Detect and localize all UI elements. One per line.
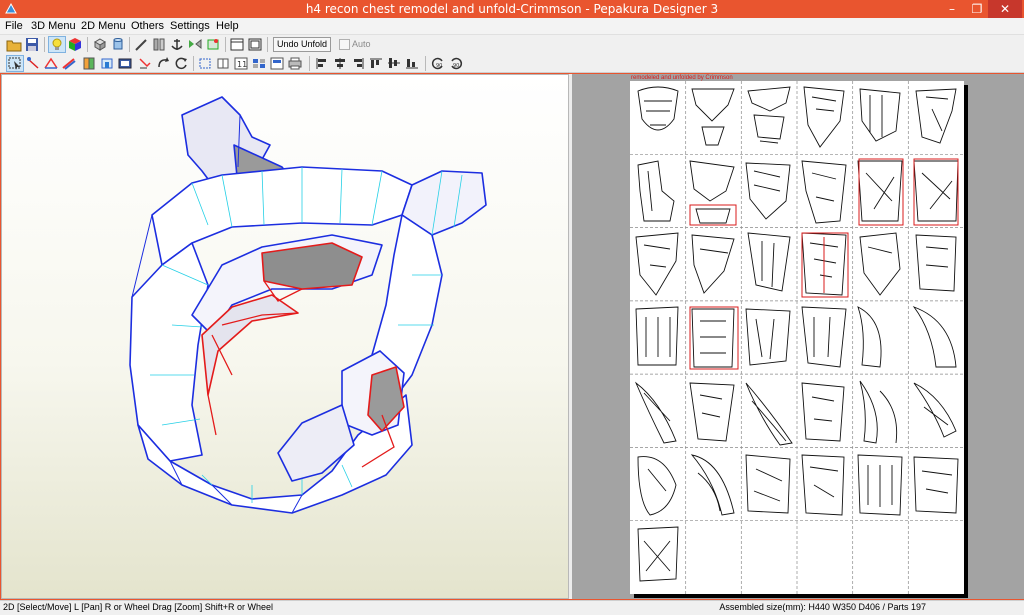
- part-icon[interactable]: [81, 56, 97, 71]
- minimize-button[interactable]: –: [938, 0, 966, 18]
- menu-settings[interactable]: Settings: [170, 20, 210, 32]
- print-icon[interactable]: [287, 56, 303, 71]
- flip-icon[interactable]: [187, 37, 203, 52]
- 3d-view[interactable]: [1, 74, 569, 599]
- flap-icon[interactable]: [99, 56, 115, 71]
- toolbar-separator: [193, 56, 194, 71]
- join-icon[interactable]: [151, 37, 167, 52]
- align-left-icon[interactable]: [314, 56, 330, 71]
- window-icon[interactable]: [229, 37, 245, 52]
- rotate-left-icon[interactable]: 90: [430, 56, 446, 71]
- menu-3d[interactable]: 3D Menu: [31, 20, 76, 32]
- svg-text:90: 90: [453, 63, 459, 69]
- paper-credit: remodeled and unfolded by Crimmson: [631, 75, 733, 81]
- align-top-icon[interactable]: [368, 56, 384, 71]
- rotate-icon[interactable]: [155, 56, 171, 71]
- status-hint: 2D [Select/Move] L [Pan] R or Wheel Drag…: [3, 602, 274, 612]
- fold-icon[interactable]: [43, 56, 59, 71]
- align-bottom-icon[interactable]: [404, 56, 420, 71]
- save-icon[interactable]: [24, 37, 40, 52]
- rotate-right-icon[interactable]: 90: [448, 56, 464, 71]
- layout-icon[interactable]: [251, 56, 267, 71]
- maximize-button[interactable]: ❐: [963, 0, 991, 18]
- refresh-icon[interactable]: [173, 56, 189, 71]
- menu-others[interactable]: Others: [131, 20, 164, 32]
- move-icon[interactable]: [215, 56, 231, 71]
- title-bar: h4 recon chest remodel and unfold-Crimms…: [0, 0, 1024, 18]
- align-center-icon[interactable]: [332, 56, 348, 71]
- toolbar-separator: [225, 37, 226, 52]
- close-button[interactable]: ✕: [988, 0, 1022, 18]
- align-icon[interactable]: [197, 56, 213, 71]
- main-toolbar: Undo Unfold Auto: [0, 35, 1024, 54]
- window-frame-icon[interactable]: [247, 37, 263, 52]
- toolbar-separator: [44, 37, 45, 52]
- edit-toolbar: 11 90 90: [0, 54, 1024, 73]
- svg-text:90: 90: [436, 63, 442, 69]
- status-bar: 2D [Select/Move] L [Pan] R or Wheel Drag…: [0, 600, 1024, 615]
- cylinder-icon[interactable]: [110, 37, 126, 52]
- status-size: Assembled size(mm): H440 W350 D406 / Par…: [719, 602, 926, 612]
- cube-outline-icon[interactable]: [92, 37, 108, 52]
- toolbar-separator: [129, 37, 130, 52]
- align-right-icon[interactable]: [350, 56, 366, 71]
- anchor-icon[interactable]: [169, 37, 185, 52]
- toolbar-separator: [425, 56, 426, 71]
- menu-file[interactable]: File: [5, 20, 23, 32]
- texture-cube-icon[interactable]: [67, 37, 83, 52]
- move-edge-icon[interactable]: [137, 56, 153, 71]
- open-icon[interactable]: [6, 37, 22, 52]
- toolbar-separator: [267, 37, 268, 52]
- layout-icon[interactable]: [269, 56, 285, 71]
- pan-icon[interactable]: [25, 56, 41, 71]
- menu-2d[interactable]: 2D Menu: [81, 20, 126, 32]
- menu-help[interactable]: Help: [216, 20, 239, 32]
- lightbulb-icon[interactable]: [48, 36, 66, 53]
- menu-bar: File 3D Menu 2D Menu Others Settings Hel…: [0, 18, 1024, 35]
- window-title: h4 recon chest remodel and unfold-Crimms…: [305, 2, 719, 16]
- edge-icon[interactable]: [61, 56, 77, 71]
- 3d-model[interactable]: [2, 75, 570, 600]
- undo-unfold-button[interactable]: Undo Unfold: [273, 37, 331, 52]
- number-icon[interactable]: 11: [233, 56, 249, 71]
- svg-text:11: 11: [237, 60, 247, 69]
- auto-checkbox[interactable]: [339, 39, 350, 50]
- align-middle-icon[interactable]: [386, 56, 402, 71]
- toolbar-separator: [87, 37, 88, 52]
- auto-label: Auto: [352, 39, 371, 49]
- image-icon[interactable]: [117, 56, 133, 71]
- flip-icon[interactable]: [205, 37, 221, 52]
- select-icon[interactable]: [6, 55, 24, 72]
- toolbar-separator: [309, 56, 310, 71]
- unfolded-pattern: [630, 81, 964, 594]
- paper-sheet[interactable]: [630, 81, 964, 594]
- pen-icon[interactable]: [133, 37, 149, 52]
